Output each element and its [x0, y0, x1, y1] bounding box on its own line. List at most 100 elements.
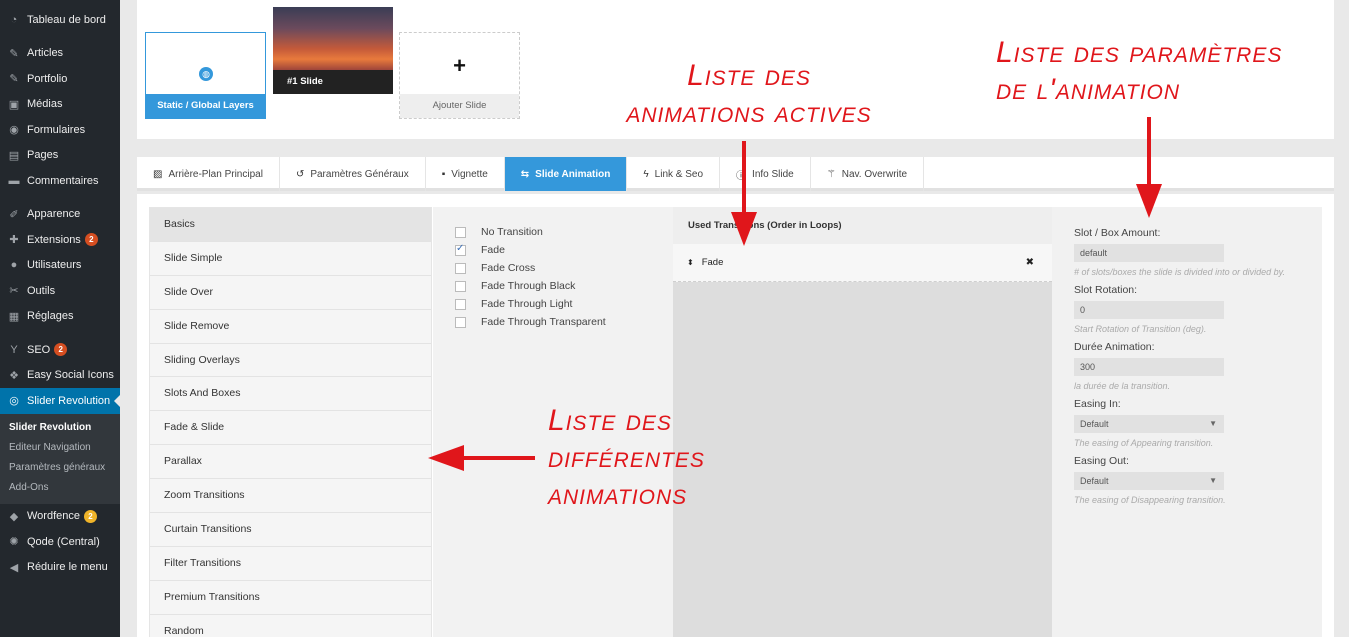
transition-checkbox[interactable]	[455, 226, 466, 238]
transition-option-fade-cross[interactable]: Fade Cross	[455, 259, 673, 277]
sidebar-item-medias[interactable]: ▣ Médias	[0, 92, 120, 118]
sidebar-item-formulaires[interactable]: ◉ Formulaires	[0, 117, 120, 143]
pin-icon: ✎	[9, 47, 19, 60]
slot-rotation-input[interactable]: 0	[1074, 301, 1224, 319]
transition-label: Fade Through Transparent	[481, 316, 606, 328]
sidebar-item-label: SEO	[27, 343, 51, 356]
sidebar-item-portfolio[interactable]: ✎ Portfolio	[0, 66, 120, 92]
static-global-layers-slide[interactable]: ◍ Static / Global Layers	[145, 32, 266, 119]
annotation-active-animations: Liste des animations actives	[604, 57, 894, 131]
sidebar-item-articles[interactable]: ✎ Articles	[0, 41, 120, 67]
submenu-item-add-ons[interactable]: Add-Ons	[0, 478, 120, 498]
duration-label: Durée Animation:	[1074, 341, 1155, 353]
sidebar-item-qode-central[interactable]: ✺ Qode (Central)	[0, 529, 120, 555]
easing-out-select[interactable]: Default ▼	[1074, 472, 1224, 490]
tab-parametres-generaux[interactable]: ↺ Paramètres Généraux	[280, 157, 426, 191]
transition-checkbox[interactable]	[455, 316, 466, 328]
sort-handle-icon[interactable]: ⬍	[687, 258, 694, 267]
sidebar-item-tableau-de-bord[interactable]: ◔ Tableau de bord	[0, 7, 120, 33]
transition-option-fade-through-transparent[interactable]: Fade Through Transparent	[455, 313, 673, 331]
wrench-icon: ✂	[9, 285, 19, 298]
forms-icon: ◉	[9, 124, 19, 137]
annotation-parameters-line2: de l'animation	[996, 73, 1181, 106]
magic-wand-icon: ⚚	[826, 168, 836, 180]
easing-out-value: Default	[1080, 476, 1109, 486]
tab-vignette[interactable]: ▪ Vignette	[426, 157, 505, 191]
sidebar-item-label: Portfolio	[27, 72, 68, 85]
sidebar-item-label: Wordfence	[27, 510, 80, 523]
transition-checkbox[interactable]	[455, 280, 466, 292]
category-slide-over[interactable]: Slide Over	[150, 275, 431, 310]
animation-category-list: Basics Slide Simple Slide Over Slide Remove…	[149, 207, 432, 637]
category-slide-simple[interactable]: Slide Simple	[150, 241, 431, 276]
animation-icon: ⇆	[520, 168, 530, 180]
close-icon[interactable]: ✖	[1026, 244, 1034, 282]
category-random[interactable]: Random	[150, 614, 431, 637]
tab-label: Info Slide	[752, 168, 794, 180]
sidebar-item-seo[interactable]: Y SEO 2	[0, 337, 120, 363]
category-curtain-transitions[interactable]: Curtain Transitions	[150, 513, 431, 547]
thumbnail-icon: ▪	[441, 168, 446, 180]
sidebar-item-apparence[interactable]: ✐ Apparence	[0, 202, 120, 228]
transition-label: Fade Through Black	[481, 280, 576, 292]
category-sliding-overlays[interactable]: Sliding Overlays	[150, 343, 431, 378]
tab-slide-animation[interactable]: ⇆ Slide Animation	[504, 157, 628, 191]
used-transition-row[interactable]: ⬍ Fade ✖	[673, 244, 1052, 282]
sidebar-item-reglages[interactable]: ▦ Réglages	[0, 304, 120, 330]
sidebar-item-pages[interactable]: ▤ Pages	[0, 143, 120, 169]
easing-in-help: The easing of Appearing transition.	[1074, 438, 1214, 448]
transition-checkbox[interactable]	[455, 298, 466, 310]
sidebar-nav: ◔ Tableau de bord ✎ Articles ✎ Portfolio ▣ Médi…	[0, 7, 121, 581]
category-fade-slide[interactable]: Fade & Slide	[150, 411, 431, 446]
transition-checkbox[interactable]	[455, 262, 466, 274]
category-filter-transitions[interactable]: Filter Transitions	[150, 546, 431, 581]
sidebar-item-reduire-le-menu[interactable]: ◀ Réduire le menu	[0, 555, 120, 581]
sidebar-separator	[0, 329, 120, 337]
category-zoom-transitions[interactable]: Zoom Transitions	[150, 479, 431, 514]
tab-arriere-plan-principal[interactable]: ▨ Arrière-Plan Principal	[137, 157, 280, 191]
tab-label: Paramètres Généraux	[310, 168, 409, 180]
add-slide-button[interactable]: + Ajouter Slide	[399, 32, 520, 119]
transition-option-fade[interactable]: Fade	[455, 241, 673, 259]
easing-out-help: The easing of Disappearing transition.	[1074, 495, 1226, 505]
sidebar-item-commentaires[interactable]: ▬ Commentaires	[0, 168, 120, 194]
sidebar-item-wordfence[interactable]: ◆ Wordfence 2	[0, 504, 120, 530]
category-basics[interactable]: Basics	[150, 208, 431, 242]
transition-option-fade-through-light[interactable]: Fade Through Light	[455, 295, 673, 313]
slot-amount-help: # of slots/boxes the slide is divided in…	[1074, 267, 1285, 277]
duration-input[interactable]: 300	[1074, 358, 1224, 376]
sidebar-item-label: Tableau de bord	[27, 13, 106, 26]
slide-1-thumbnail[interactable]: #1 Slide	[273, 7, 393, 94]
transition-label: Fade Through Light	[481, 298, 573, 310]
used-transitions-panel: Used Transitions (Order in Loops) ⬍ Fade ✖	[673, 207, 1052, 637]
transition-option-fade-through-black[interactable]: Fade Through Black	[455, 277, 673, 295]
category-slide-remove[interactable]: Slide Remove	[150, 309, 431, 344]
easing-in-select[interactable]: Default ▼	[1074, 415, 1224, 433]
submenu-item-editeur-navigation[interactable]: Editeur Navigation	[0, 438, 120, 458]
info-icon: ⓘ	[736, 170, 747, 182]
submenu-item-slider-revolution[interactable]: Slider Revolution	[0, 418, 120, 438]
sidebar-item-easy-social-icons[interactable]: ❖ Easy Social Icons	[0, 363, 120, 389]
transition-option-no-transition[interactable]: No Transition	[455, 223, 673, 241]
category-parallax[interactable]: Parallax	[150, 445, 431, 480]
image-icon: ▨	[153, 168, 163, 180]
annotation-diff-line2: différentes	[548, 441, 705, 474]
tab-link-seo[interactable]: ϟ Link & Seo	[627, 157, 721, 191]
annotation-active-line2: animations actives	[626, 96, 872, 129]
annotation-diff-line1: Liste des	[548, 404, 672, 437]
submenu-item-parametres-generaux[interactable]: Paramètres généraux	[0, 458, 120, 478]
transition-checkbox[interactable]	[455, 243, 466, 256]
slider-revolution-icon: ◎	[9, 395, 19, 408]
sidebar-item-outils[interactable]: ✂ Outils	[0, 278, 120, 304]
sidebar-item-slider-revolution[interactable]: ◎ Slider Revolution	[0, 388, 121, 414]
sidebar-item-extensions[interactable]: ✚ Extensions 2	[0, 227, 120, 253]
sidebar-item-utilisateurs[interactable]: ● Utilisateurs	[0, 253, 120, 279]
sidebar-item-label: Pages	[27, 149, 59, 162]
tab-nav-overwrite[interactable]: ⚚ Nav. Overwrite	[811, 157, 925, 191]
category-slots-and-boxes[interactable]: Slots And Boxes	[150, 377, 431, 412]
slot-amount-input[interactable]: default	[1074, 244, 1224, 262]
annotation-diff-line3: animations	[548, 478, 688, 511]
tab-info-slide[interactable]: ⓘ Info Slide	[720, 157, 811, 191]
sidebar-item-label: Apparence	[27, 208, 81, 221]
category-premium-transitions[interactable]: Premium Transitions	[150, 580, 431, 615]
